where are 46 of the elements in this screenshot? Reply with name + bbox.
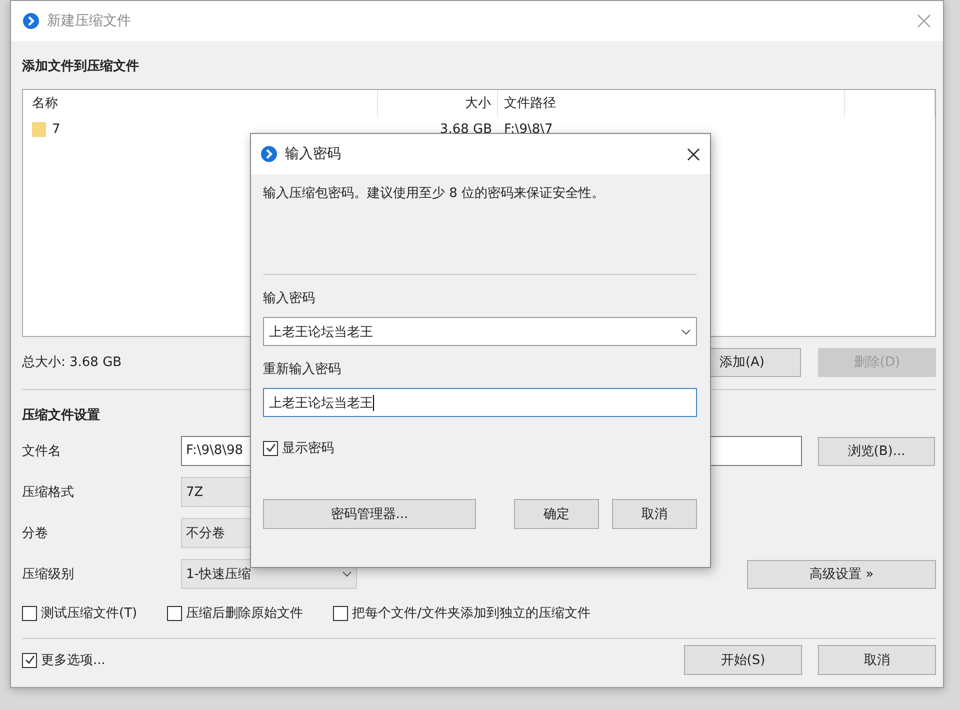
dialog-title: 输入密码 (285, 145, 341, 163)
close-icon[interactable] (687, 148, 700, 160)
checkbox[interactable]: 压缩后删除原始文件 (167, 604, 304, 622)
advanced-settings-button[interactable]: 高级设置 » (747, 560, 936, 588)
checkbox-label: 压缩后删除原始文件 (186, 605, 304, 622)
chevron-down-icon (342, 571, 352, 577)
app-logo-icon (261, 146, 277, 162)
checkbox-box[interactable] (22, 652, 37, 668)
column-header[interactable]: 名称 (23, 90, 378, 116)
setting-label: 分卷 (22, 525, 49, 542)
cancel-button[interactable]: 取消 (818, 645, 936, 675)
checkbox-box[interactable] (167, 606, 182, 620)
setting-label: 压缩格式 (22, 484, 75, 501)
checkbox[interactable]: 显示密码 (263, 439, 697, 457)
section-heading: 添加文件到压缩文件 (22, 58, 140, 75)
setting-label: 文件名 (22, 443, 62, 460)
column-header[interactable]: 大小 (378, 90, 498, 116)
field-label: 输入密码 (263, 290, 316, 307)
checkbox-label: 更多选项... (41, 652, 106, 669)
password-field[interactable]: 上老王论坛当老王 (263, 317, 697, 346)
total-size-text: 总大小: 3.68 GB (22, 354, 122, 371)
field-label: 重新输入密码 (263, 361, 342, 378)
setting-label: 压缩级别 (22, 566, 75, 583)
checkbox-box[interactable] (333, 606, 348, 620)
list-row-name[interactable]: 7 (23, 121, 378, 137)
checkbox-box[interactable] (22, 606, 37, 620)
start-button[interactable]: 开始(S) (684, 645, 802, 675)
folder-icon (32, 121, 46, 137)
column-header[interactable]: 文件路径 (498, 90, 845, 116)
checkbox-label: 显示密码 (282, 440, 334, 457)
table-cell-text: F:\9\8\7 (503, 122, 554, 136)
section-heading: 压缩文件设置 (22, 406, 101, 424)
ok-button[interactable]: 确定 (514, 499, 599, 529)
password-manager-button[interactable]: 密码管理器... (263, 499, 476, 529)
checkbox-box[interactable] (263, 440, 278, 456)
window-title: 新建压缩文件 (47, 12, 131, 30)
chevron-down-icon (681, 328, 691, 334)
checkbox[interactable]: 更多选项... (22, 651, 106, 669)
checkbox-label: 测试压缩文件(T) (41, 605, 138, 622)
confirm-password-field[interactable]: 上老王论坛当老王 (263, 388, 697, 417)
browse-button[interactable]: 浏览(B)... (818, 436, 935, 466)
cancel-button[interactable]: 取消 (612, 499, 697, 529)
checkbox[interactable]: 测试压缩文件(T) (22, 604, 138, 622)
dialog-message: 输入压缩包密码。建议使用至少 8 位的密码来保证安全性。 (263, 185, 606, 203)
table-cell-text: 3.68 GB (438, 122, 493, 136)
app-logo-icon (23, 13, 39, 29)
